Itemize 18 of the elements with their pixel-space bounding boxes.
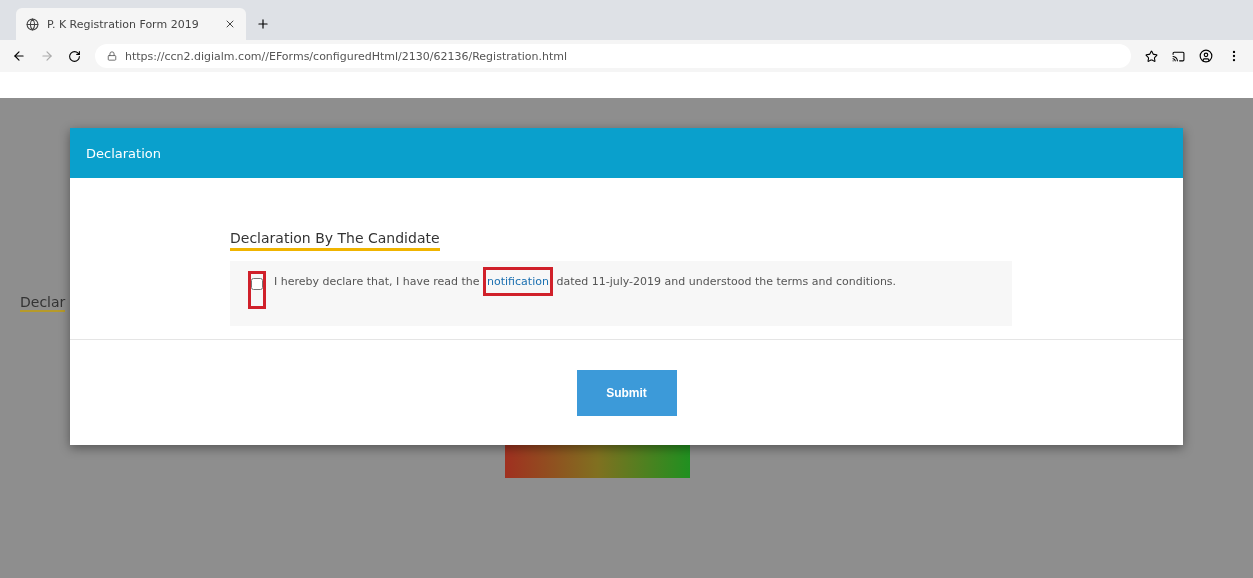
reload-icon[interactable] xyxy=(68,49,81,63)
close-icon[interactable] xyxy=(224,18,236,30)
declaration-checkbox[interactable] xyxy=(251,278,263,290)
cast-icon[interactable] xyxy=(1172,49,1185,63)
globe-icon xyxy=(26,17,39,31)
modal-title: Declaration xyxy=(86,145,161,161)
star-icon[interactable] xyxy=(1145,49,1158,63)
profile-icon[interactable] xyxy=(1199,49,1213,63)
back-icon[interactable] xyxy=(12,49,26,63)
section-heading: Declar xyxy=(20,294,66,312)
notification-link[interactable]: notification xyxy=(483,267,553,296)
lock-icon xyxy=(107,51,117,61)
declaration-heading: Declaration By The Candidate xyxy=(230,230,440,251)
address-bar[interactable]: https://ccn2.digialm.com//EForms/configuredHtml/2130/62136/Registration.html xyxy=(95,44,1131,68)
browser-tab[interactable]: P. K Registration Form 2019 xyxy=(16,8,246,40)
url-text: https://ccn2.digialm.com//EForms/configuredHtml/2130/62136/Registration.html xyxy=(125,49,568,63)
new-tab-icon[interactable] xyxy=(256,17,270,31)
tab-title: P. K Registration Form 2019 xyxy=(47,17,200,31)
